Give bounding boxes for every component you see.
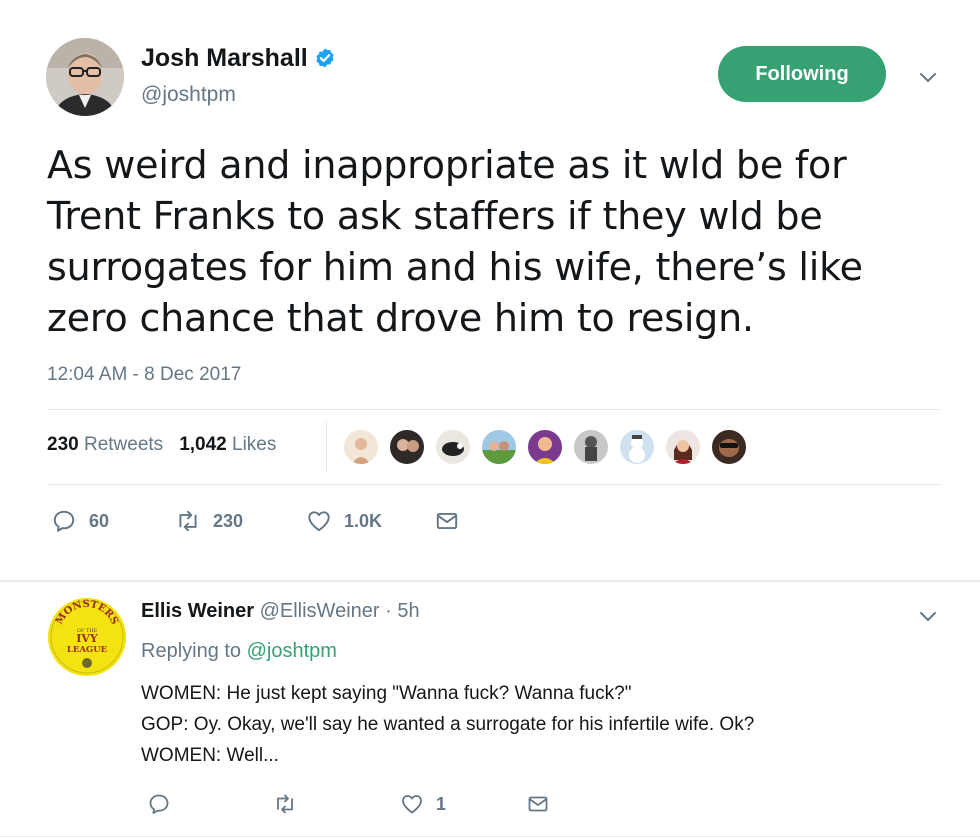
like-count: 1 bbox=[436, 793, 447, 814]
liker-avatar[interactable] bbox=[342, 428, 380, 466]
likes-stat[interactable]: 1,042 Likes bbox=[179, 434, 276, 455]
liker-avatar[interactable] bbox=[572, 428, 610, 466]
direct-message-button[interactable] bbox=[434, 508, 472, 534]
direct-message-button[interactable] bbox=[526, 792, 562, 816]
like-count: 1.0K bbox=[344, 510, 383, 531]
likes-label: Likes bbox=[232, 434, 277, 455]
like-button[interactable]: 1 bbox=[400, 792, 446, 816]
meta-separator: · bbox=[385, 600, 392, 622]
tweet-actions: 60 230 1.0K bbox=[0, 508, 980, 538]
liker-avatar[interactable] bbox=[526, 428, 564, 466]
chevron-down-icon[interactable] bbox=[917, 66, 939, 88]
avatar-logo-text: IVY bbox=[76, 632, 98, 645]
reply-icon bbox=[53, 510, 75, 532]
liker-avatar[interactable] bbox=[388, 428, 426, 466]
likes-count: 1,042 bbox=[179, 434, 227, 455]
message-icon bbox=[436, 512, 458, 530]
reply-icon bbox=[149, 794, 169, 814]
reply-time[interactable]: 5h bbox=[397, 600, 419, 622]
author-avatar[interactable] bbox=[46, 38, 124, 116]
reply-button[interactable]: 60 bbox=[51, 508, 109, 534]
retweet-icon bbox=[179, 510, 197, 532]
tweet-timestamp[interactable]: 12:04 AM - 8 Dec 2017 bbox=[47, 364, 241, 386]
replying-to-link[interactable]: @joshtpm bbox=[247, 640, 337, 662]
reply-author-avatar[interactable]: MONSTERS OF THE IVY LEAGUE bbox=[48, 598, 126, 676]
chevron-down-icon[interactable] bbox=[917, 605, 939, 627]
reply-count: 60 bbox=[89, 510, 110, 531]
verified-badge-icon bbox=[316, 48, 334, 68]
tweet-stats: 230 Retweets 1,042 Likes bbox=[47, 434, 276, 456]
retweet-count: 230 bbox=[213, 510, 244, 531]
message-icon bbox=[528, 796, 548, 812]
liker-avatar[interactable] bbox=[434, 428, 472, 466]
author-handle[interactable]: @joshtpm bbox=[141, 83, 236, 107]
replying-to-line: Replying to @joshtpm bbox=[141, 640, 337, 663]
liker-avatar[interactable] bbox=[480, 428, 518, 466]
liker-avatar[interactable] bbox=[710, 428, 748, 466]
author-name[interactable]: Josh Marshall bbox=[141, 44, 308, 72]
following-button[interactable]: Following bbox=[718, 46, 886, 102]
avatar-logo-text: LEAGUE bbox=[67, 645, 108, 655]
heart-icon bbox=[402, 795, 422, 814]
author-name-row[interactable]: Josh Marshall bbox=[141, 44, 336, 73]
retweets-label: Retweets bbox=[83, 434, 164, 455]
reply-header: Ellis Weiner @EllisWeiner · 5h bbox=[141, 600, 420, 623]
retweet-icon bbox=[277, 794, 293, 814]
retweets-count: 230 bbox=[47, 434, 79, 455]
retweet-button[interactable]: 230 bbox=[175, 508, 243, 534]
liker-avatar[interactable] bbox=[618, 428, 656, 466]
liker-avatar[interactable] bbox=[664, 428, 702, 466]
divider bbox=[47, 409, 940, 410]
replying-to-label: Replying to bbox=[141, 640, 242, 662]
heart-icon bbox=[308, 511, 330, 532]
reply-author-handle[interactable]: @EllisWeiner bbox=[260, 600, 380, 622]
reply-author-name[interactable]: Ellis Weiner bbox=[141, 600, 254, 622]
reply-actions: 1 bbox=[0, 792, 980, 822]
tweet-text: As weird and inappropriate as it wld be … bbox=[47, 143, 863, 340]
retweet-button[interactable] bbox=[273, 792, 309, 816]
divider bbox=[0, 836, 980, 837]
divider bbox=[47, 484, 940, 485]
reply-text: WOMEN: He just kept saying "Wanna fuck? … bbox=[141, 683, 755, 766]
reply-button[interactable] bbox=[147, 792, 183, 816]
divider bbox=[326, 422, 327, 472]
retweets-stat[interactable]: 230 Retweets bbox=[47, 434, 163, 455]
like-button[interactable]: 1.0K bbox=[306, 508, 382, 534]
